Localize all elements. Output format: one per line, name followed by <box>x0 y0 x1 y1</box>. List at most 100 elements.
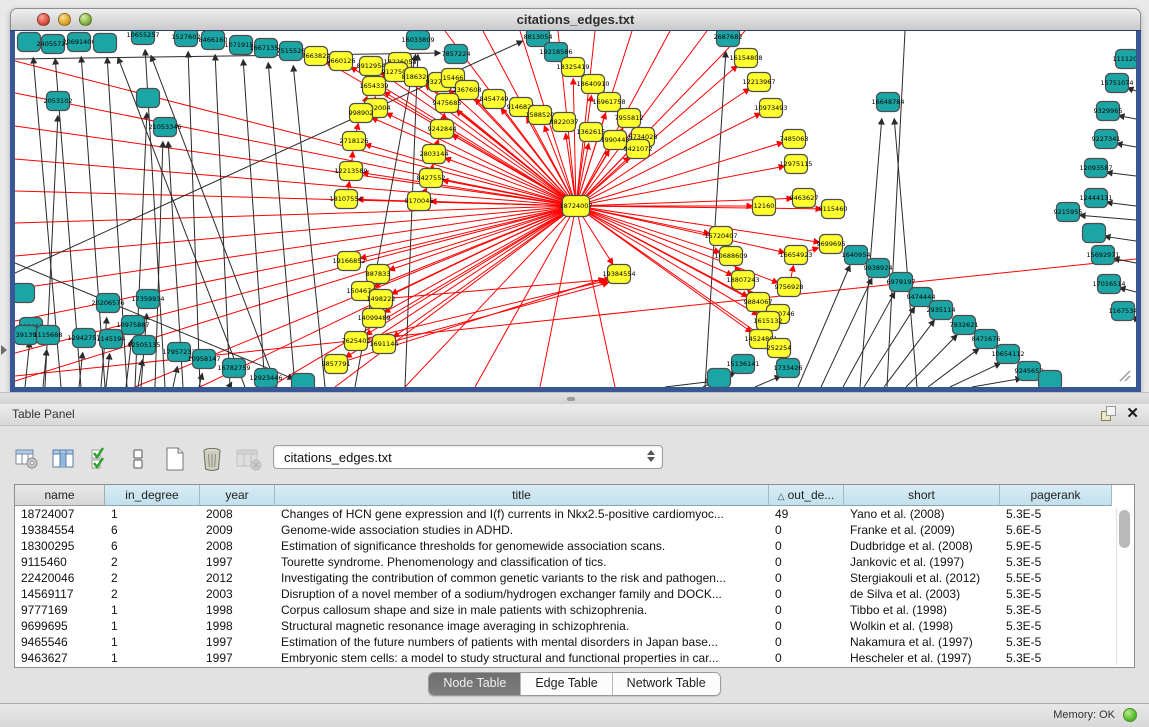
network-node[interactable]: 998902 <box>349 104 374 123</box>
network-node[interactable]: 21053346 <box>148 118 181 137</box>
cell-short[interactable]: Dudbridge et al. (2008) <box>844 538 1000 554</box>
cell-pagerank[interactable]: 5.3E-5 <box>1000 618 1112 634</box>
network-node[interactable]: 2687682 <box>714 31 743 47</box>
network-node[interactable]: 10958147 <box>187 350 220 369</box>
cell-in-degree[interactable]: 6 <box>105 522 200 538</box>
close-panel-icon[interactable]: ✕ <box>1126 406 1139 421</box>
float-panel-icon[interactable] <box>1101 406 1116 421</box>
column-header-name[interactable]: name <box>15 485 105 506</box>
cell-name[interactable]: 14569117 <box>15 586 105 602</box>
cell-short[interactable]: Tibbo et al. (1998) <box>844 602 1000 618</box>
tab-network-table[interactable]: Network Table <box>613 673 720 695</box>
cell-short[interactable]: Jankovic et al. (1997) <box>844 554 1000 570</box>
network-node[interactable] <box>15 284 35 303</box>
table-row[interactable]: 1456911722003Disruption of a novel membe… <box>15 586 1134 602</box>
cell-pagerank[interactable]: 5.3E-5 <box>1000 506 1112 522</box>
network-node[interactable]: 19166852 <box>332 252 365 271</box>
split-pane-divider[interactable] <box>0 392 1149 404</box>
column-header-in-degree[interactable]: in_degree <box>105 485 200 506</box>
network-node[interactable]: 16033809 <box>401 31 434 50</box>
cell-title[interactable]: Embryonic stem cells: a model to study s… <box>275 650 769 666</box>
network-node[interactable]: 9170046 <box>405 192 434 211</box>
network-node[interactable]: 8466160 <box>199 31 228 50</box>
cell-year[interactable]: 1998 <box>200 618 275 634</box>
network-node[interactable]: 9421072 <box>624 140 653 159</box>
network-node[interactable]: 1111204 <box>1113 50 1136 69</box>
table-row[interactable]: 946362711997Embryonic stem cells: a mode… <box>15 650 1134 666</box>
cell-out-de-[interactable]: 0 <box>769 618 844 634</box>
network-node[interactable]: 1640954 <box>842 246 871 265</box>
tab-edge-table[interactable]: Edge Table <box>521 673 612 695</box>
network-node[interactable]: 17359934 <box>131 290 164 309</box>
cell-short[interactable]: Yano et al. (2008) <box>844 506 1000 522</box>
cell-title[interactable]: Tourette syndrome. Phenomenology and cla… <box>275 554 769 570</box>
cell-out-de-[interactable]: 0 <box>769 634 844 650</box>
network-node[interactable]: 16154808 <box>729 49 762 68</box>
cell-year[interactable]: 1997 <box>200 650 275 666</box>
cell-out-de-[interactable]: 0 <box>769 602 844 618</box>
network-node[interactable]: 15136141 <box>726 355 759 374</box>
table-row[interactable]: 911546021997Tourette syndrome. Phenomeno… <box>15 554 1134 570</box>
network-node[interactable]: 12923446 <box>249 369 282 388</box>
cell-in-degree[interactable]: 6 <box>105 538 200 554</box>
table-selector-dropdown[interactable]: citations_edges.txt <box>273 445 663 469</box>
cell-year[interactable]: 1998 <box>200 602 275 618</box>
column-header-pagerank[interactable]: pagerank <box>1000 485 1112 506</box>
table-row[interactable]: 1872400712008Changes of HCN gene express… <box>15 506 1134 522</box>
network-node[interactable]: 1498222 <box>367 290 396 309</box>
network-node[interactable]: 12975115 <box>779 155 812 174</box>
network-node[interactable]: 15692971 <box>1086 246 1119 265</box>
network-node[interactable] <box>137 89 160 108</box>
cell-title[interactable]: Genome-wide association studies in ADHD. <box>275 522 769 538</box>
cell-year[interactable]: 2009 <box>200 522 275 538</box>
cell-short[interactable]: Stergiakouli et al. (2012) <box>844 570 1000 586</box>
network-node[interactable]: 18640910 <box>576 75 609 94</box>
create-table-icon[interactable] <box>162 446 188 472</box>
network-node[interactable]: 9463627 <box>790 189 819 208</box>
network-node[interactable]: 2053102 <box>44 92 73 111</box>
cell-in-degree[interactable]: 2 <box>105 554 200 570</box>
network-node[interactable]: 12444131 <box>1079 189 1112 208</box>
table-row[interactable]: 1938455462009Genome-wide association stu… <box>15 522 1134 538</box>
network-node[interactable]: 10655257 <box>126 31 159 45</box>
network-node[interactable]: 18325419 <box>556 58 589 77</box>
network-node[interactable]: 1733426 <box>774 359 803 378</box>
network-node[interactable] <box>292 374 315 388</box>
network-node[interactable]: 10973493 <box>754 99 787 118</box>
tab-node-table[interactable]: Node Table <box>429 673 521 695</box>
network-node[interactable] <box>94 34 117 53</box>
cell-out-de-[interactable]: 0 <box>769 586 844 602</box>
cell-name[interactable]: 9115460 <box>15 554 105 570</box>
network-node[interactable]: 10654112 <box>991 345 1024 364</box>
cell-short[interactable]: de Silva et al. (2003) <box>844 586 1000 602</box>
cell-year[interactable]: 1997 <box>200 634 275 650</box>
cell-in-degree[interactable]: 2 <box>105 586 200 602</box>
network-node[interactable]: 1115688 <box>34 326 63 345</box>
network-node[interactable]: 8427552 <box>417 169 446 188</box>
network-canvas[interactable]: 2405572420691406106552571527602846616010… <box>15 31 1136 387</box>
network-node[interactable]: 9115460 <box>819 200 848 219</box>
cell-name[interactable]: 9465546 <box>15 634 105 650</box>
cell-out-de-[interactable]: 49 <box>769 506 844 522</box>
cell-name[interactable]: 19384554 <box>15 522 105 538</box>
table-row[interactable]: 946554611997Estimation of the future num… <box>15 634 1134 650</box>
network-node[interactable]: 8822037 <box>550 113 579 132</box>
cell-year[interactable]: 2012 <box>200 570 275 586</box>
network-node[interactable]: 9242844 <box>428 120 457 139</box>
network-node[interactable]: 887833 <box>366 265 391 284</box>
hidden-panel-handle-icon[interactable] <box>1 345 7 355</box>
cell-out-de-[interactable]: 0 <box>769 554 844 570</box>
cell-in-degree[interactable]: 1 <box>105 506 200 522</box>
network-node[interactable]: 20691406 <box>62 33 95 52</box>
cell-pagerank[interactable]: 5.3E-5 <box>1000 602 1112 618</box>
network-node[interactable]: 12160 <box>753 197 776 216</box>
network-node[interactable]: 7955812 <box>615 109 644 128</box>
column-header-title[interactable]: title <box>275 485 769 506</box>
cell-title[interactable]: Estimation of significance thresholds fo… <box>275 538 769 554</box>
network-node[interactable]: 1145194 <box>97 330 126 349</box>
select-columns-icon[interactable] <box>88 446 114 472</box>
delete-attributes-icon[interactable] <box>199 446 225 472</box>
cell-name[interactable]: 18724007 <box>15 506 105 522</box>
network-node[interactable] <box>1083 224 1106 243</box>
network-node[interactable]: 10688609 <box>714 247 747 266</box>
